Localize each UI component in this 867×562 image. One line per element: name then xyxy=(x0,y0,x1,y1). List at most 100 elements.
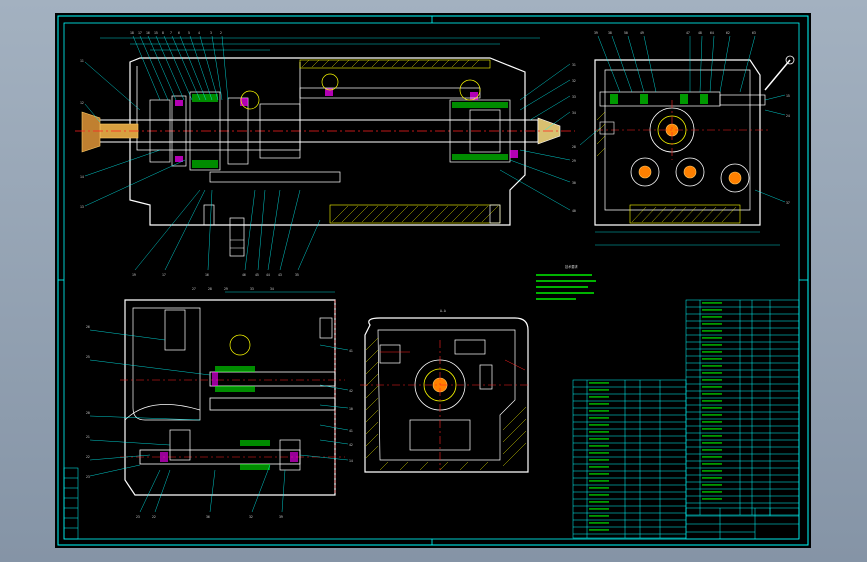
svg-text:16: 16 xyxy=(205,273,209,277)
svg-text:22: 22 xyxy=(86,455,90,459)
bom-row-text-mark xyxy=(589,452,609,454)
svg-text:32: 32 xyxy=(572,79,576,83)
parts-list-left xyxy=(572,379,687,539)
svg-text:37: 37 xyxy=(786,201,790,205)
bom-row-text-mark xyxy=(589,459,609,461)
bom-row-text-mark xyxy=(702,470,722,472)
bom-row-text-mark xyxy=(702,435,722,437)
side-view-gearbox: 39 38 50 49 47 48 64 62 63 15 24 37 28 xyxy=(572,31,795,246)
svg-text:15: 15 xyxy=(786,94,790,98)
lower-section-view: 262520 212223 23 22 36 32 39 414210 414214 … xyxy=(86,287,353,519)
bom-row-text-mark xyxy=(702,309,722,311)
svg-text:18: 18 xyxy=(130,31,134,35)
svg-text:39: 39 xyxy=(279,515,283,519)
bom-row-text-mark xyxy=(702,484,722,486)
bom-row-text-mark xyxy=(702,414,722,416)
main-section-view: 18 17 16 15 8 7 654 32 111214 1319 17 16 46 45 … xyxy=(75,31,576,277)
technical-notes: 技术要求 xyxy=(536,264,596,300)
svg-text:8: 8 xyxy=(162,31,164,35)
svg-text:48: 48 xyxy=(698,31,702,35)
svg-text:27: 27 xyxy=(192,287,196,291)
bom-row-text-mark xyxy=(702,330,722,332)
svg-text:A-A: A-A xyxy=(440,309,446,313)
svg-text:41: 41 xyxy=(349,429,353,433)
bom-row-text-mark xyxy=(702,400,722,402)
svg-text:7: 7 xyxy=(170,31,172,35)
bom-row-text-mark xyxy=(702,407,722,409)
bom-row-text-mark xyxy=(702,302,722,304)
bom-row-text-mark xyxy=(702,463,722,465)
svg-text:14: 14 xyxy=(80,175,84,179)
bom-row-text-mark xyxy=(702,421,722,423)
bom-row-text-mark xyxy=(589,403,609,405)
svg-text:32: 32 xyxy=(249,515,253,519)
svg-text:4: 4 xyxy=(198,31,200,35)
title-block xyxy=(685,507,800,540)
bom-row-text-mark xyxy=(589,522,609,524)
bom-row-text-mark xyxy=(702,491,722,493)
svg-text:30: 30 xyxy=(572,181,576,185)
parts-list-right xyxy=(685,299,800,516)
bom-row-text-mark xyxy=(702,442,722,444)
svg-text:12: 12 xyxy=(80,101,84,105)
bom-row-text-mark xyxy=(589,431,609,433)
svg-text:13: 13 xyxy=(80,205,84,209)
bom-row-text-mark xyxy=(702,316,722,318)
svg-text:17: 17 xyxy=(138,31,142,35)
bom-row-text-mark xyxy=(702,477,722,479)
svg-text:43: 43 xyxy=(278,273,282,277)
svg-text:21: 21 xyxy=(86,435,90,439)
svg-text:31: 31 xyxy=(572,63,576,67)
bom-row-text-mark xyxy=(702,428,722,430)
bom-row-text-mark xyxy=(702,386,722,388)
revision-block xyxy=(63,467,79,540)
svg-text:62: 62 xyxy=(726,31,730,35)
svg-text:6: 6 xyxy=(178,31,180,35)
svg-text:11: 11 xyxy=(80,59,84,63)
svg-text:23: 23 xyxy=(136,515,140,519)
svg-text:28: 28 xyxy=(572,145,576,149)
svg-text:33: 33 xyxy=(572,95,576,99)
bom-row-text-mark xyxy=(589,515,609,517)
bom-row-text-mark xyxy=(702,337,722,339)
svg-text:44: 44 xyxy=(266,273,270,277)
svg-text:2: 2 xyxy=(220,31,222,35)
bom-row-text-mark xyxy=(589,487,609,489)
bom-row-text-mark xyxy=(589,410,609,412)
svg-text:33: 33 xyxy=(250,287,254,291)
sheet-inner-border xyxy=(63,22,800,540)
svg-text:28: 28 xyxy=(208,287,212,291)
svg-text:64: 64 xyxy=(710,31,714,35)
cad-drawing: 18 17 16 15 8 7 654 32 111214 1319 17 16 46 45 … xyxy=(57,15,809,546)
svg-text:42: 42 xyxy=(349,389,353,393)
bom-row-text-mark xyxy=(702,379,722,381)
bom-row-text-mark xyxy=(589,396,609,398)
bom-row-text-mark xyxy=(589,445,609,447)
svg-text:63: 63 xyxy=(752,31,756,35)
svg-text:40: 40 xyxy=(572,209,576,213)
svg-text:3: 3 xyxy=(210,31,212,35)
svg-text:34: 34 xyxy=(572,111,576,115)
svg-text:技术要求: 技术要求 xyxy=(565,264,579,269)
svg-text:42: 42 xyxy=(349,443,353,447)
bom-row-text-mark xyxy=(589,424,609,426)
bom-row-text-mark xyxy=(589,389,609,391)
bom-row-text-mark xyxy=(589,417,609,419)
svg-text:5: 5 xyxy=(188,31,190,35)
bom-row-text-mark xyxy=(702,393,722,395)
svg-text:49: 49 xyxy=(640,31,644,35)
bom-row-text-mark xyxy=(702,449,722,451)
bom-row-text-mark xyxy=(702,358,722,360)
bom-row-text-mark xyxy=(589,473,609,475)
bom-row-text-mark xyxy=(702,351,722,353)
bom-row-text-mark xyxy=(702,344,722,346)
svg-text:29: 29 xyxy=(224,287,228,291)
svg-text:23: 23 xyxy=(86,475,90,479)
svg-text:25: 25 xyxy=(86,355,90,359)
svg-text:38: 38 xyxy=(608,31,612,35)
sheet-outer-border xyxy=(57,15,809,546)
bom-row-text-mark xyxy=(702,323,722,325)
svg-text:35: 35 xyxy=(295,273,299,277)
svg-text:22: 22 xyxy=(152,515,156,519)
bom-row-text-mark xyxy=(589,494,609,496)
